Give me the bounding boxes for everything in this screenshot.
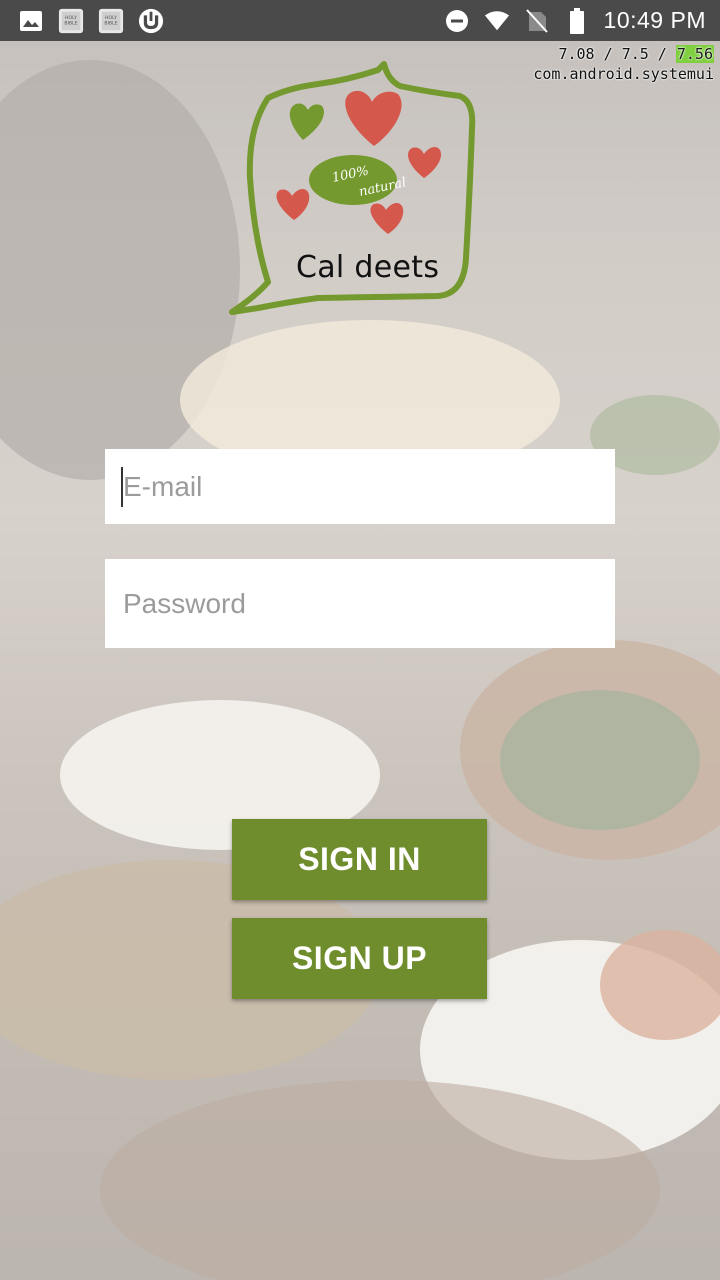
image-icon (18, 8, 44, 34)
logo-title: Cal deets (296, 250, 440, 285)
debug-frame-times: 7.08 / 7.5 / 7.56 (558, 45, 714, 63)
status-bar: HOLY BIBLE HOLY BIBLE 10:49 PM (0, 0, 720, 41)
svg-text:HOLY: HOLY (65, 15, 77, 21)
wifi-icon (484, 8, 510, 34)
svg-text:BIBLE: BIBLE (64, 20, 77, 26)
heart-icon (289, 103, 324, 140)
heart-icon (408, 147, 442, 178)
no-sim-icon (524, 8, 550, 34)
sign-up-button[interactable]: SIGN UP (232, 918, 487, 999)
text-cursor (121, 467, 123, 507)
svg-text:BIBLE: BIBLE (104, 20, 117, 26)
holy-bible-icon: HOLY BIBLE (98, 8, 124, 34)
heart-icon (370, 203, 404, 234)
svg-text:HOLY: HOLY (105, 15, 117, 21)
heart-icon (345, 90, 402, 146)
debug-overlay: 7.08 / 7.5 / 7.56 com.android.systemui (533, 44, 714, 84)
email-field[interactable] (105, 449, 615, 524)
password-field-container (105, 559, 615, 648)
heart-icon (276, 189, 310, 220)
utorrent-icon (138, 8, 164, 34)
do-not-disturb-icon (444, 8, 470, 34)
debug-process-name: com.android.systemui (533, 65, 714, 83)
email-field-container (105, 449, 615, 524)
sign-in-button[interactable]: SIGN IN (232, 819, 487, 900)
battery-icon (564, 7, 590, 34)
clock: 10:49 PM (603, 7, 706, 33)
password-field[interactable] (105, 559, 615, 648)
holy-bible-icon: HOLY BIBLE (58, 8, 84, 34)
